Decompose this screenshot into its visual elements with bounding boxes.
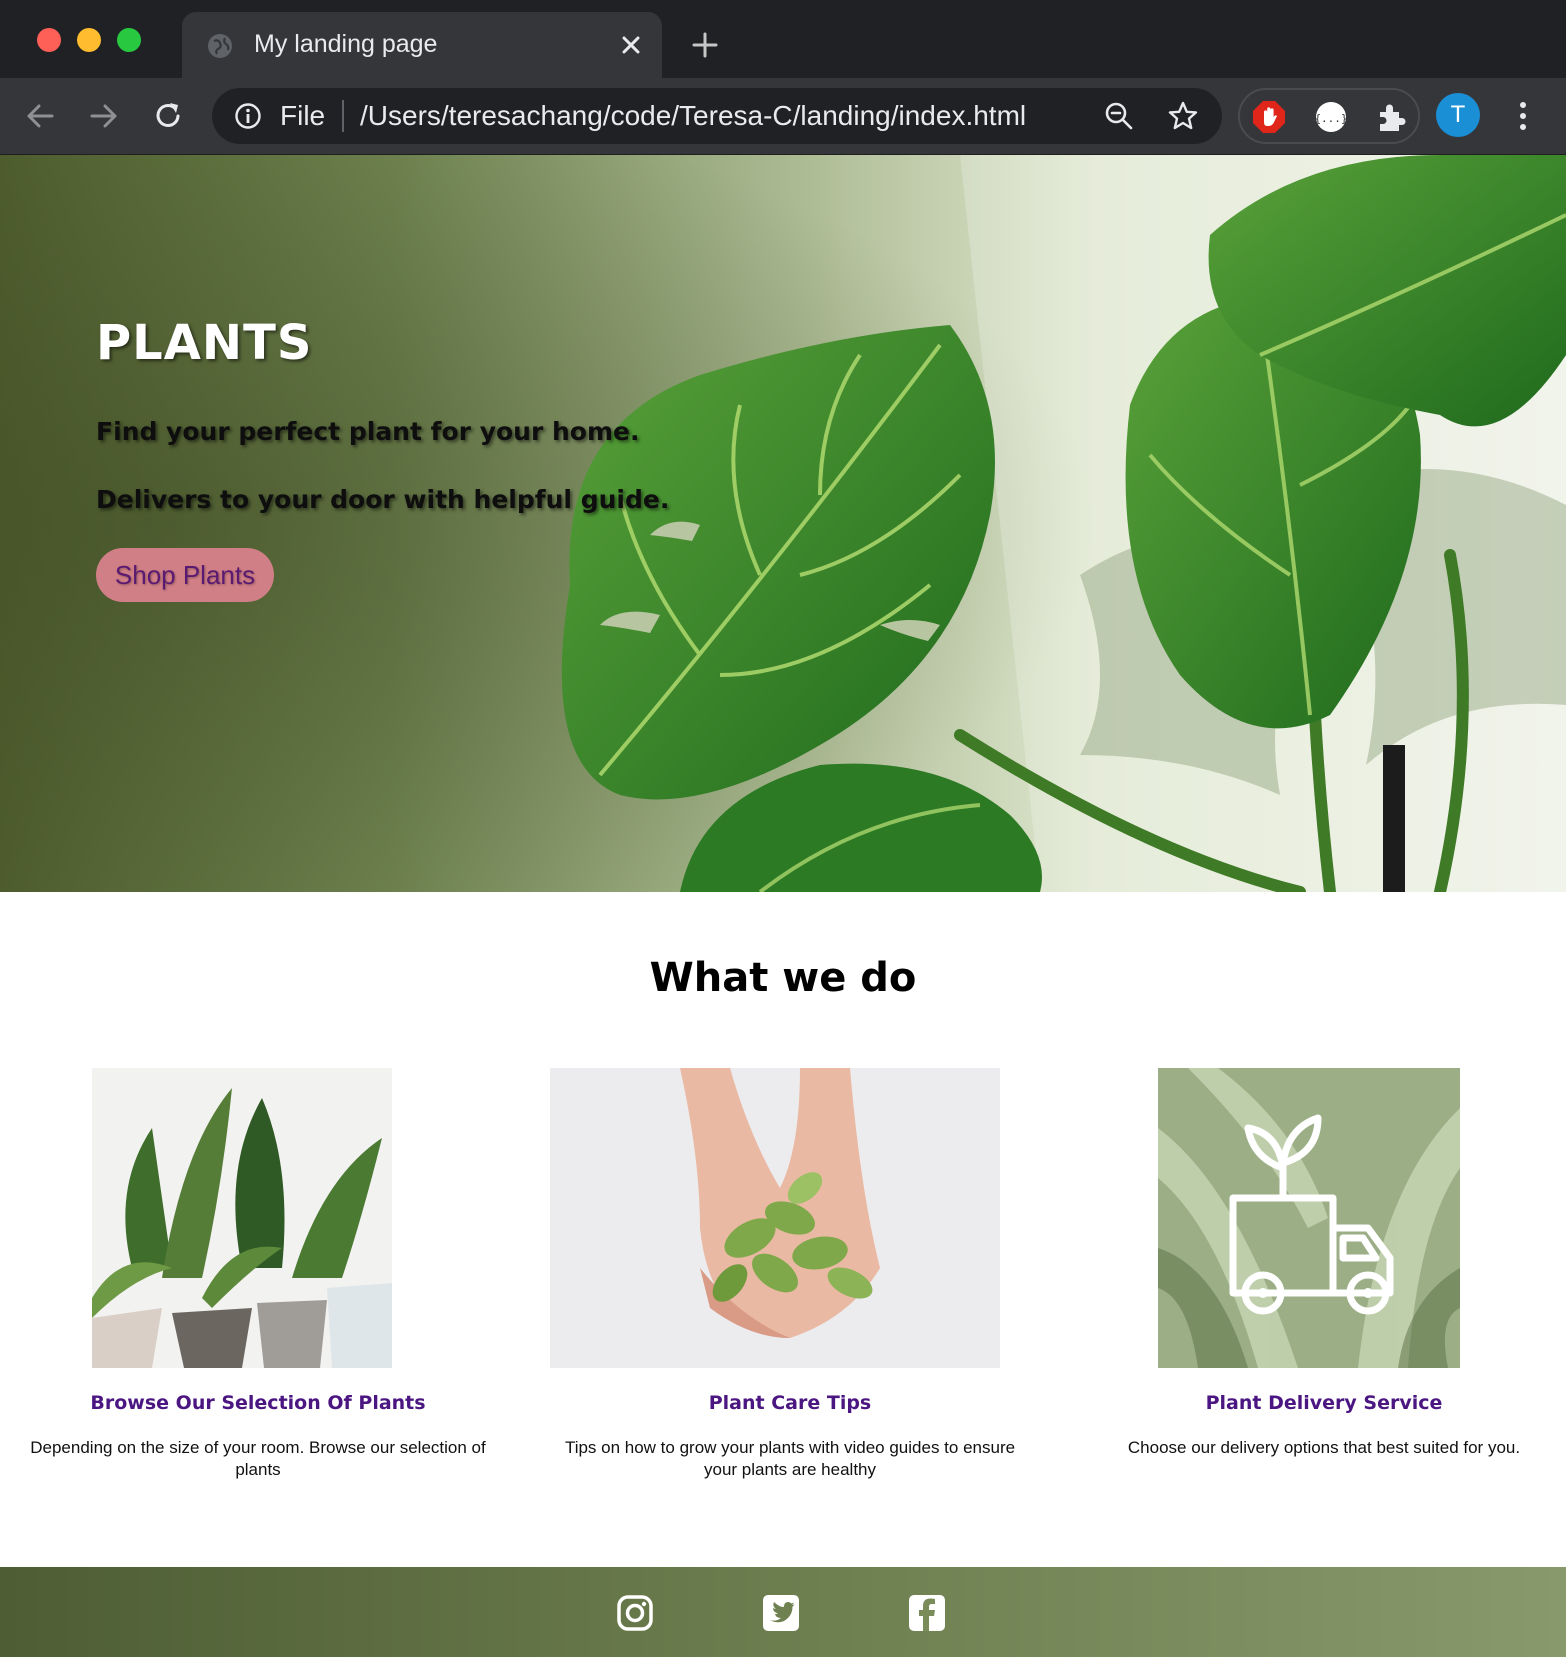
what-we-do-heading: What we do	[649, 955, 917, 1001]
zoom-icon[interactable]	[1104, 101, 1134, 131]
card-text-browse: Depending on the size of your room. Brow…	[30, 1438, 486, 1479]
instagram-icon[interactable]	[616, 1594, 654, 1632]
card-text-delivery: Choose our delivery options that best su…	[1127, 1438, 1521, 1457]
profile-avatar[interactable]: T	[1436, 93, 1480, 137]
close-window-button[interactable]	[37, 28, 61, 52]
hero-tagline-2: Delivers to your door with helpful guide…	[96, 485, 670, 514]
star-icon[interactable]	[1167, 100, 1199, 132]
info-icon[interactable]	[234, 102, 262, 130]
potted-plants-image	[92, 1068, 392, 1368]
delivery-truck-image	[1158, 1068, 1460, 1368]
hands-holding-plant-image	[550, 1068, 1000, 1368]
hero-section: PLANTS Find your perfect plant for your …	[0, 155, 1566, 892]
plus-icon[interactable]	[690, 30, 720, 60]
footer	[0, 1567, 1566, 1657]
minimize-window-button[interactable]	[77, 28, 101, 52]
reload-icon[interactable]	[150, 98, 186, 134]
card-text-care-tips: Tips on how to grow your plants with vid…	[564, 1438, 1016, 1479]
kebab-menu-icon[interactable]	[1508, 96, 1538, 136]
page-content: PLANTS Find your perfect plant for your …	[0, 155, 1566, 1657]
omnibox-divider	[342, 100, 344, 132]
card-title-delivery[interactable]: Plant Delivery Service	[1074, 1392, 1566, 1414]
browser-tab-bar: My landing page	[0, 0, 1566, 78]
browser-toolbar: File /Users/teresachang/code/Teresa-C/la…	[0, 78, 1566, 155]
json-extension-icon[interactable]: {...}	[1314, 100, 1348, 134]
forward-icon[interactable]	[86, 98, 122, 134]
monstera-hero-image	[0, 155, 1566, 892]
url-scheme-label: File	[280, 100, 326, 131]
extensions-group: {...}	[1238, 88, 1420, 144]
card-title-browse[interactable]: Browse Our Selection Of Plants	[8, 1392, 508, 1414]
back-icon[interactable]	[22, 98, 58, 134]
tab-title: My landing page	[254, 30, 438, 58]
card-title-care-tips[interactable]: Plant Care Tips	[540, 1392, 1040, 1414]
address-bar[interactable]: File /Users/teresachang/code/Teresa-C/la…	[212, 88, 1222, 144]
svg-text:{...}: {...}	[1314, 112, 1347, 125]
globe-icon	[208, 34, 232, 58]
hero-tagline-1: Find your perfect plant for your home.	[96, 417, 640, 446]
puzzle-extension-icon[interactable]	[1374, 100, 1408, 134]
shop-plants-button[interactable]: Shop Plants	[96, 548, 274, 602]
hero-title: PLANTS	[96, 315, 313, 371]
maximize-window-button[interactable]	[117, 28, 141, 52]
adblock-extension-icon[interactable]	[1252, 100, 1286, 134]
close-icon[interactable]	[618, 32, 644, 58]
url-text[interactable]: /Users/teresachang/code/Teresa-C/landing…	[360, 100, 1026, 132]
twitter-icon[interactable]	[762, 1594, 800, 1632]
browser-tab[interactable]: My landing page	[182, 12, 662, 78]
facebook-icon[interactable]	[908, 1594, 946, 1632]
